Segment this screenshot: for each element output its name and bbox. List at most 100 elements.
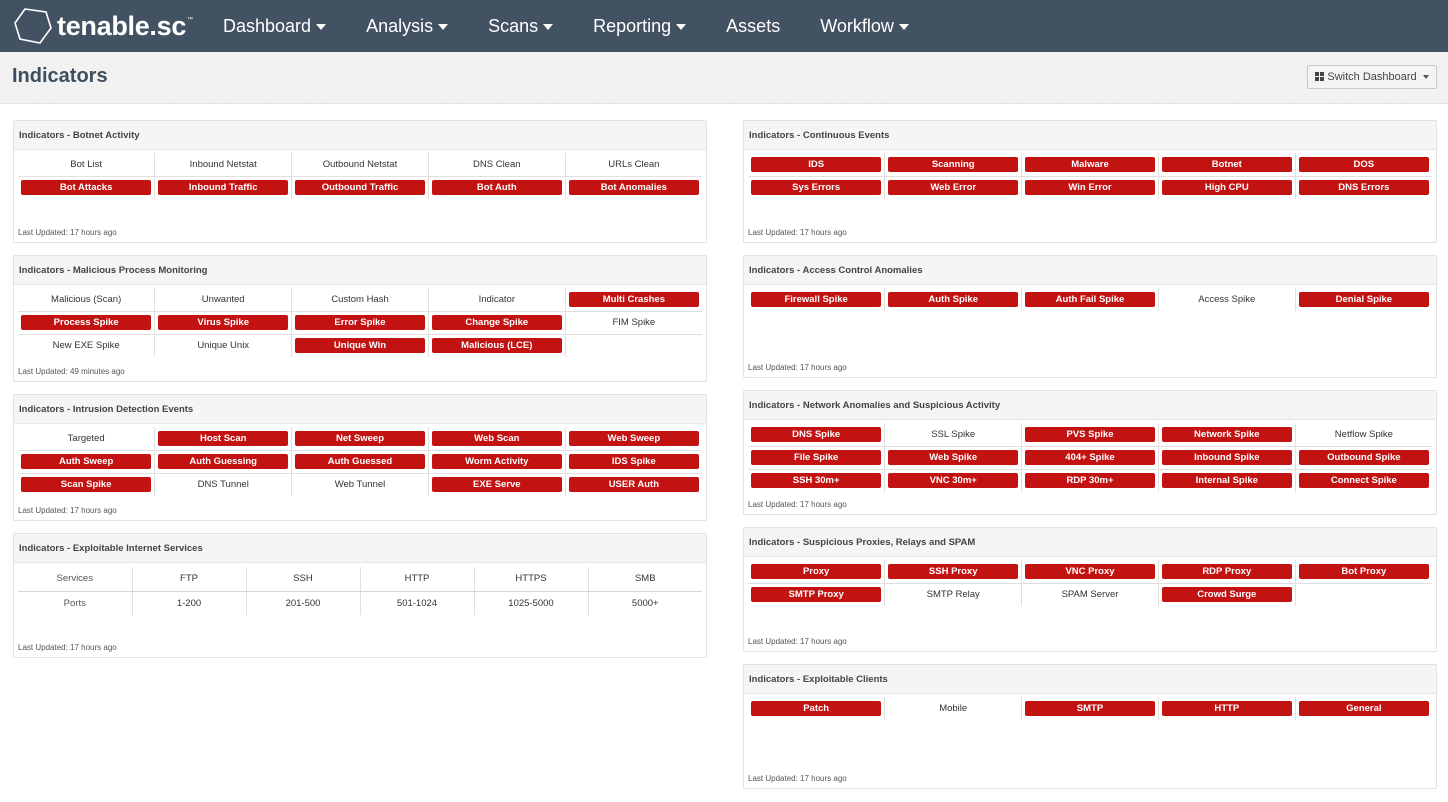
- indicator-ids-alert[interactable]: IDS: [751, 156, 882, 172]
- indicator-auth-guessing-alert[interactable]: Auth Guessing: [158, 454, 289, 469]
- indicator-custom-hash[interactable]: Custom Hash: [295, 294, 425, 305]
- indicator-http-alert[interactable]: HTTP: [1161, 701, 1292, 716]
- indicator-bot-anomalies-alert[interactable]: Bot Anomalies: [568, 180, 699, 196]
- indicator-vnc-30m-alert[interactable]: VNC 30m+: [888, 473, 1019, 489]
- service-name[interactable]: SSH: [245, 567, 360, 592]
- nav-dashboard[interactable]: Dashboard: [223, 16, 327, 37]
- indicator-malicious-scan[interactable]: Malicious (Scan): [21, 294, 151, 305]
- indicator-smtp-alert[interactable]: SMTP: [1025, 701, 1155, 716]
- service-name[interactable]: SMB: [587, 567, 702, 592]
- indicator-auth-spike-alert[interactable]: Auth Spike: [888, 292, 1019, 307]
- switch-dashboard-button[interactable]: Switch Dashboard: [1307, 64, 1437, 89]
- indicator-ssh-30m-alert[interactable]: SSH 30m+: [751, 473, 882, 489]
- indicator-rdp-proxy-alert[interactable]: RDP Proxy: [1161, 563, 1292, 579]
- indicator-dns-clean[interactable]: DNS Clean: [432, 159, 562, 170]
- indicator-high-cpu-alert[interactable]: High CPU: [1161, 180, 1292, 196]
- indicator-ids-spike-alert[interactable]: IDS Spike: [568, 454, 699, 469]
- indicator-unique-unix[interactable]: Unique Unix: [158, 340, 288, 351]
- indicator-inbound-traffic-alert[interactable]: Inbound Traffic: [158, 180, 289, 196]
- indicator-bot-list[interactable]: Bot List: [21, 159, 151, 170]
- indicator-mobile[interactable]: Mobile: [888, 703, 1018, 714]
- indicator-pvs-spike-alert[interactable]: PVS Spike: [1025, 426, 1155, 442]
- indicator-smtp-relay[interactable]: SMTP Relay: [888, 589, 1018, 600]
- indicator-error-spike-alert[interactable]: Error Spike: [295, 315, 425, 330]
- indicator-bot-auth-alert[interactable]: Bot Auth: [431, 180, 562, 196]
- indicator-change-spike-alert[interactable]: Change Spike: [431, 315, 562, 330]
- indicator-netflow-spike[interactable]: Netflow Spike: [1299, 429, 1429, 440]
- indicator-net-sweep-alert[interactable]: Net Sweep: [295, 430, 425, 446]
- indicator-scan-spike-alert[interactable]: Scan Spike: [21, 477, 152, 493]
- indicator-bot-proxy-alert[interactable]: Bot Proxy: [1298, 563, 1429, 579]
- nav-analysis[interactable]: Analysis: [366, 16, 449, 37]
- indicator-denial-spike-alert[interactable]: Denial Spike: [1298, 292, 1429, 307]
- indicator-win-error-alert[interactable]: Win Error: [1025, 180, 1155, 196]
- indicator-indicator[interactable]: Indicator: [432, 294, 562, 305]
- indicator-dns-errors-alert[interactable]: DNS Errors: [1298, 180, 1429, 196]
- indicator-scanning-alert[interactable]: Scanning: [888, 156, 1019, 172]
- indicator-outbound-spike-alert[interactable]: Outbound Spike: [1298, 450, 1429, 465]
- indicator-ssl-spike[interactable]: SSL Spike: [888, 429, 1018, 440]
- nav-assets[interactable]: Assets: [726, 16, 780, 37]
- indicator-malware-alert[interactable]: Malware: [1025, 156, 1155, 172]
- indicator-web-tunnel[interactable]: Web Tunnel: [295, 479, 425, 490]
- indicator-targeted[interactable]: Targeted: [21, 433, 151, 444]
- indicator-vnc-proxy-alert[interactable]: VNC Proxy: [1025, 563, 1155, 579]
- indicator-bot-attacks-alert[interactable]: Bot Attacks: [21, 180, 152, 196]
- indicator-web-error-alert[interactable]: Web Error: [888, 180, 1019, 196]
- indicator-urls-clean[interactable]: URLs Clean: [569, 159, 699, 170]
- tenable-logo[interactable]: tenable.sc ™: [13, 6, 213, 46]
- nav-scans[interactable]: Scans: [488, 16, 554, 37]
- indicator-dns-spike-alert[interactable]: DNS Spike: [751, 426, 882, 442]
- indicator-patch-alert[interactable]: Patch: [751, 701, 882, 716]
- port-range[interactable]: 501-1024: [359, 591, 474, 615]
- indicator-proxy-alert[interactable]: Proxy: [751, 563, 882, 579]
- indicator-unwanted[interactable]: Unwanted: [158, 294, 288, 305]
- indicator-exe-serve-alert[interactable]: EXE Serve: [431, 477, 562, 493]
- indicator-inbound-spike-alert[interactable]: Inbound Spike: [1161, 450, 1292, 465]
- indicator-multi-crashes-alert[interactable]: Multi Crashes: [568, 291, 699, 307]
- indicator-spam-server[interactable]: SPAM Server: [1025, 589, 1155, 600]
- indicator-unique-win-alert[interactable]: Unique Win: [295, 338, 425, 354]
- indicator-host-scan-alert[interactable]: Host Scan: [158, 430, 289, 446]
- indicator-general-alert[interactable]: General: [1298, 701, 1429, 716]
- port-range[interactable]: 1-200: [131, 591, 246, 615]
- indicator-smtp-proxy-alert[interactable]: SMTP Proxy: [751, 587, 882, 603]
- indicator-auth-fail-spike-alert[interactable]: Auth Fail Spike: [1025, 292, 1155, 307]
- indicator-user-auth-alert[interactable]: USER Auth: [568, 477, 699, 493]
- service-name[interactable]: HTTP: [359, 567, 474, 592]
- indicator-crowd-surge-alert[interactable]: Crowd Surge: [1161, 587, 1292, 603]
- service-name[interactable]: FTP: [131, 567, 246, 592]
- indicator-auth-sweep-alert[interactable]: Auth Sweep: [21, 454, 152, 469]
- indicator-virus-spike-alert[interactable]: Virus Spike: [158, 315, 289, 330]
- indicator-outbound-traffic-alert[interactable]: Outbound Traffic: [295, 180, 425, 196]
- indicator-worm-activity-alert[interactable]: Worm Activity: [431, 454, 562, 469]
- indicator-auth-guessed-alert[interactable]: Auth Guessed: [295, 454, 425, 469]
- indicator-web-sweep-alert[interactable]: Web Sweep: [568, 430, 699, 446]
- service-name[interactable]: HTTPS: [473, 567, 588, 592]
- port-range[interactable]: 201-500: [245, 591, 360, 615]
- indicator-access-spike[interactable]: Access Spike: [1162, 294, 1292, 305]
- indicator-new-exe-spike[interactable]: New EXE Spike: [21, 340, 151, 351]
- indicator-botnet-alert[interactable]: Botnet: [1161, 156, 1292, 172]
- indicator-network-spike-alert[interactable]: Network Spike: [1161, 426, 1292, 442]
- indicator-dos-alert[interactable]: DOS: [1298, 156, 1429, 172]
- indicator-internal-spike-alert[interactable]: Internal Spike: [1161, 473, 1292, 489]
- port-range[interactable]: 1025-5000: [473, 591, 588, 615]
- indicator-connect-spike-alert[interactable]: Connect Spike: [1298, 473, 1429, 489]
- indicator-malicious-lce-alert[interactable]: Malicious (LCE): [431, 338, 562, 354]
- indicator-file-spike-alert[interactable]: File Spike: [751, 450, 882, 465]
- indicator-ssh-proxy-alert[interactable]: SSH Proxy: [888, 563, 1019, 579]
- port-range[interactable]: 5000+: [587, 591, 702, 615]
- indicator-firewall-spike-alert[interactable]: Firewall Spike: [751, 292, 882, 307]
- nav-reporting[interactable]: Reporting: [593, 16, 687, 37]
- indicator-outbound-netstat[interactable]: Outbound Netstat: [295, 159, 425, 170]
- indicator-404-spike-alert[interactable]: 404+ Spike: [1025, 450, 1155, 465]
- nav-workflow[interactable]: Workflow: [820, 16, 909, 37]
- indicator-web-spike-alert[interactable]: Web Spike: [888, 450, 1019, 465]
- indicator-inbound-netstat[interactable]: Inbound Netstat: [158, 159, 288, 170]
- indicator-web-scan-alert[interactable]: Web Scan: [431, 430, 562, 446]
- indicator-fim-spike[interactable]: FIM Spike: [569, 317, 699, 328]
- indicator-rdp-30m-alert[interactable]: RDP 30m+: [1025, 473, 1155, 489]
- indicator-sys-errors-alert[interactable]: Sys Errors: [751, 180, 882, 196]
- indicator-dns-tunnel[interactable]: DNS Tunnel: [158, 479, 288, 490]
